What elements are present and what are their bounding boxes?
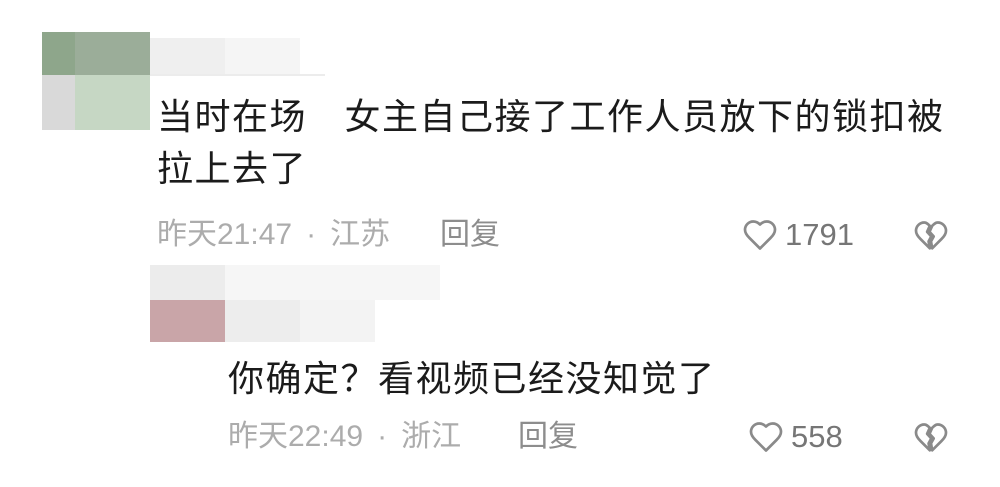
- meta-separator: ·: [377, 420, 388, 453]
- broken-heart-right-half: [928, 423, 948, 452]
- meta-separator: ·: [306, 218, 317, 251]
- heart-outline-icon[interactable]: [748, 419, 784, 455]
- comment-meta: 昨天21:47 · 江苏: [157, 215, 390, 255]
- like-count: 558: [791, 419, 843, 454]
- username-pixel: [150, 74, 325, 76]
- like-count: 1791: [785, 217, 854, 252]
- username-pixel: [150, 38, 225, 75]
- username-pixel: [300, 300, 375, 342]
- username-pixel: [225, 38, 300, 75]
- reply-meta: 昨天22:49 · 浙江: [228, 417, 461, 457]
- avatar-pixel: [42, 32, 75, 75]
- comment-time: 昨天21:47: [157, 218, 293, 251]
- reply-time: 昨天22:49: [228, 420, 364, 453]
- broken-heart-left-half: [914, 423, 933, 452]
- avatar-pixel: [75, 32, 150, 75]
- reply-text: 你确定？看视频已经没知觉了: [228, 359, 716, 400]
- username-pixel: [225, 265, 440, 300]
- avatar-pixel: [42, 75, 75, 130]
- reply-location: 浙江: [401, 420, 462, 453]
- broken-heart-right-half: [928, 221, 948, 250]
- broken-heart-icon[interactable]: [913, 218, 949, 254]
- reply-button[interactable]: 回复: [440, 215, 500, 255]
- broken-heart-icon[interactable]: [913, 420, 949, 456]
- avatar-pixel: [150, 300, 225, 342]
- comment-text: 当时在场 女主自己接了工作人员放下的锁扣被拉上去了: [157, 97, 945, 190]
- comment-thread: 当时在场 女主自己接了工作人员放下的锁扣被拉上去了 昨天21:47 · 江苏 回…: [0, 0, 1000, 487]
- heart-outline-icon[interactable]: [742, 217, 778, 253]
- heart-outline-shape: [743, 220, 777, 250]
- avatar-pixel: [150, 265, 225, 300]
- broken-heart-left-half: [914, 221, 933, 250]
- heart-outline-shape: [749, 422, 783, 452]
- comment-location: 江苏: [330, 218, 391, 251]
- avatar-pixel: [75, 75, 150, 130]
- username-pixel: [225, 300, 300, 342]
- reply-button[interactable]: 回复: [518, 417, 578, 457]
